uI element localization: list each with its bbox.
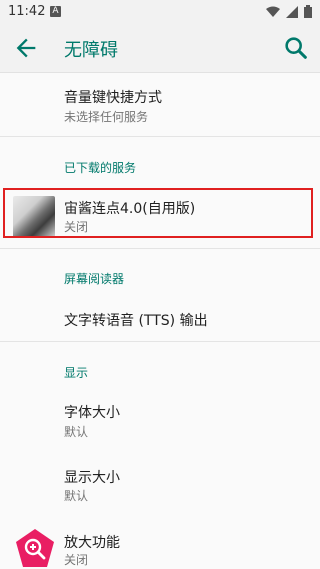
shortcut-subtitle: 未选择任何服务 xyxy=(64,110,149,124)
shortcut-item[interactable]: 音量键快捷方式 未选择任何服务 xyxy=(0,80,320,128)
display-size-item[interactable]: 显示大小 默认 xyxy=(0,460,320,508)
magnification-title: 放大功能 xyxy=(64,535,120,551)
section-downloaded-services: 已下载的服务 xyxy=(64,161,137,175)
system-icons xyxy=(266,5,312,18)
section-screen-reader: 屏幕阅读器 xyxy=(64,272,125,286)
divider xyxy=(0,248,320,249)
tts-output-item[interactable]: 文字转语音 (TTS) 输出 xyxy=(0,300,320,340)
highlight-box xyxy=(3,188,313,238)
font-size-subtitle: 默认 xyxy=(64,425,89,439)
page-title: 无障碍 xyxy=(64,40,118,61)
search-icon[interactable] xyxy=(282,34,310,62)
divider xyxy=(0,341,320,342)
magnification-icon xyxy=(16,529,54,567)
font-size-item[interactable]: 字体大小 默认 xyxy=(0,394,320,442)
display-size-subtitle: 默认 xyxy=(64,489,89,503)
status-bar: 11:42 A xyxy=(0,0,320,24)
divider xyxy=(0,136,320,137)
shortcut-title: 音量键快捷方式 xyxy=(64,90,162,106)
font-size-title: 字体大小 xyxy=(64,405,120,421)
magnification-subtitle: 关闭 xyxy=(64,553,89,567)
tts-title: 文字转语音 (TTS) 输出 xyxy=(64,313,208,329)
signal-icon xyxy=(286,5,298,18)
notification-a-icon: A xyxy=(50,6,61,17)
wifi-icon xyxy=(266,6,280,17)
app-bar: 无障碍 xyxy=(0,24,320,73)
battery-icon xyxy=(304,5,312,18)
display-size-title: 显示大小 xyxy=(64,470,120,486)
status-time: 11:42 xyxy=(8,4,46,19)
back-arrow-icon[interactable] xyxy=(12,34,40,62)
section-display: 显示 xyxy=(64,366,89,380)
